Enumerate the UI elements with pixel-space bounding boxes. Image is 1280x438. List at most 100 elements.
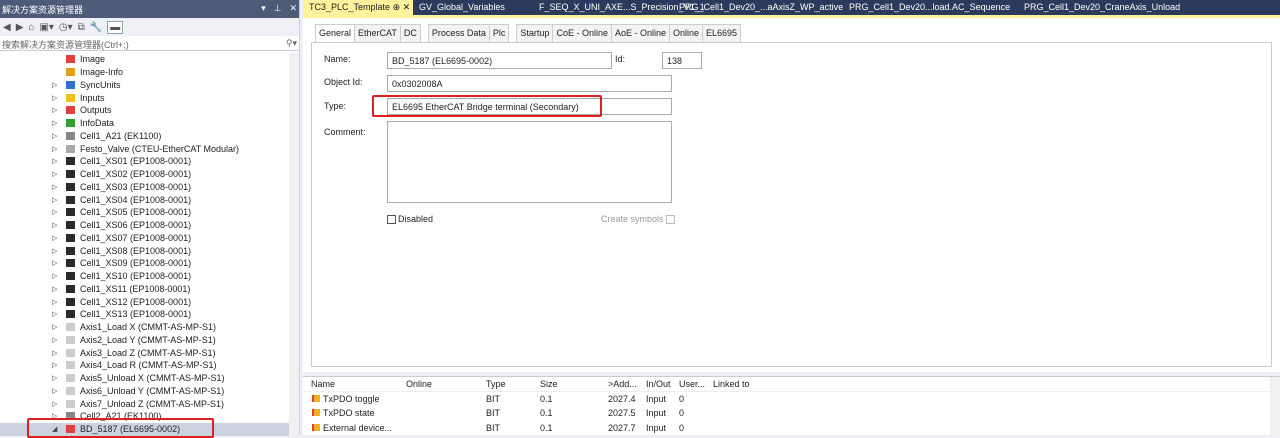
editor-tab[interactable]: F_SEQ_X_UNI_AXE...S_Precision_V1_1 (533, 0, 705, 15)
tree-item[interactable]: ▷ Axis2_Load Y (CMMT-AS-MP-S1) (0, 334, 289, 347)
tree-item[interactable]: ▷ Axis5_Unload X (CMMT-AS-MP-S1) (0, 372, 289, 385)
tree-item[interactable]: ▷ Cell1_XS10 (EP1008-0001) (0, 270, 289, 283)
expand-arrow-icon[interactable]: ▷ (52, 298, 57, 306)
tree-item[interactable]: ▷ Cell1_XS02 (EP1008-0001) (0, 168, 289, 181)
tree-item[interactable]: ▷ Axis3_Load Z (CMMT-AS-MP-S1) (0, 346, 289, 359)
tree-item[interactable]: ▷ Cell1_XS09 (EP1008-0001) (0, 257, 289, 270)
grid-row[interactable]: External device... BIT 0.1 2027.7 Input 0 (303, 421, 1280, 436)
close-icon[interactable]: ✕ (289, 3, 297, 13)
sub-tab[interactable]: General (315, 24, 356, 43)
tree-item[interactable]: ▷ Cell1_XS12 (EP1008-0001) (0, 295, 289, 308)
expand-arrow-icon[interactable]: ▷ (52, 234, 57, 242)
column-header[interactable]: Size (540, 379, 558, 389)
expand-arrow-icon[interactable]: ▷ (52, 132, 57, 140)
expand-arrow-icon[interactable]: ▷ (52, 374, 57, 382)
tree-item[interactable]: ▷ Axis1_Load X (CMMT-AS-MP-S1) (0, 321, 289, 334)
sub-tab[interactable]: Plc (488, 24, 510, 43)
tree-item[interactable]: ▷ Cell1_XS04 (EP1008-0001) (0, 193, 289, 206)
tree-item[interactable]: ▷ Cell1_XS08 (EP1008-0001) (0, 244, 289, 257)
home-icon[interactable]: ⌂ (28, 22, 34, 33)
sub-tab[interactable]: CoE - Online (552, 24, 612, 43)
tree-item[interactable]: ▷ Axis4_Load R (CMMT-AS-MP-S1) (0, 359, 289, 372)
pin-icon[interactable]: ⊥ (274, 3, 282, 13)
object-id-field[interactable]: 0x0302008A (387, 75, 672, 92)
expand-arrow-icon[interactable]: ▷ (52, 361, 57, 369)
expand-arrow-icon[interactable]: ▷ (52, 259, 57, 267)
column-header[interactable]: Online (406, 379, 432, 389)
tree-item[interactable]: Image-Info (0, 66, 289, 79)
sync-view-icon[interactable]: ▣▾ (39, 22, 53, 33)
grid-row[interactable]: TxPDO toggle BIT 0.1 2027.4 Input 0 (303, 392, 1280, 407)
expand-arrow-icon[interactable]: ▷ (52, 157, 57, 165)
expand-arrow-icon[interactable]: ▷ (52, 208, 57, 216)
editor-tab[interactable]: GV_Global_Variables (413, 0, 533, 15)
expand-arrow-icon[interactable]: ▷ (52, 400, 57, 408)
expand-arrow-icon[interactable]: ▷ (52, 387, 57, 395)
column-header[interactable]: >Add... (608, 379, 637, 389)
sub-tab[interactable]: EtherCAT (354, 24, 401, 43)
expand-arrow-icon[interactable]: ▷ (52, 323, 57, 331)
comment-field[interactable] (387, 121, 672, 203)
tree-item[interactable]: ▷ Cell1_XS01 (EP1008-0001) (0, 155, 289, 168)
name-field[interactable]: BD_5187 (EL6695-0002) (387, 52, 612, 69)
editor-tab[interactable]: TC3_PLC_Template ⊕ ✕ (303, 0, 413, 15)
tree-item[interactable]: ▷ Axis7_Unload Z (CMMT-AS-MP-S1) (0, 397, 289, 410)
search-icon[interactable]: ⚲▾ (286, 38, 297, 48)
collapse-icon[interactable]: ⧉ (78, 22, 85, 33)
tree-item[interactable]: ▷ Cell1_XS13 (EP1008-0001) (0, 308, 289, 321)
expand-arrow-icon[interactable]: ▷ (52, 119, 57, 127)
expand-arrow-icon[interactable]: ▷ (52, 106, 57, 114)
expand-arrow-icon[interactable]: ▷ (52, 183, 57, 191)
expand-arrow-icon[interactable]: ▷ (52, 272, 57, 280)
tree-item[interactable]: ▷ SyncUnits (0, 79, 289, 92)
expand-arrow-icon[interactable]: ▷ (52, 247, 57, 255)
grid-scrollbar[interactable] (1270, 377, 1280, 435)
history-icon[interactable]: ◷▾ (59, 22, 73, 33)
grid-row[interactable]: TxPDO state BIT 0.1 2027.5 Input 0 (303, 406, 1280, 421)
editor-tab[interactable]: PRG_Cell1_Dev20...load.AC_Sequence (843, 0, 1018, 15)
expand-arrow-icon[interactable]: ▷ (52, 145, 57, 153)
expand-arrow-icon[interactable]: ▷ (52, 170, 57, 178)
sub-tab[interactable]: DC (399, 24, 421, 43)
tree-item[interactable]: ▷ Cell1_XS05 (EP1008-0001) (0, 206, 289, 219)
disabled-checkbox[interactable] (387, 214, 396, 224)
dropdown-icon[interactable]: ▾ (261, 3, 266, 13)
tree-item[interactable]: Image (0, 53, 289, 66)
expand-arrow-icon[interactable]: ▷ (52, 94, 57, 102)
editor-tab[interactable]: PRG_Cell1_Dev20_CraneAxis_Unload (1018, 0, 1198, 15)
tree-item[interactable]: ▷ Outputs (0, 104, 289, 117)
tree-item[interactable]: ▷ Axis6_Unload Y (CMMT-AS-MP-S1) (0, 385, 289, 398)
tree-item[interactable]: ▷ Cell1_XS11 (EP1008-0001) (0, 283, 289, 296)
tree-item[interactable]: ▷ Cell1_A21 (EK1100) (0, 130, 289, 143)
sub-tab[interactable]: Process Data (427, 24, 490, 43)
expand-arrow-icon[interactable]: ▷ (52, 349, 57, 357)
sub-tab[interactable]: Startup (516, 24, 554, 43)
expand-arrow-icon[interactable]: ▷ (52, 310, 57, 318)
tree-item[interactable]: ▷ Festo_Valve (CTEU-EtherCAT Modular) (0, 142, 289, 155)
sub-tab[interactable]: AoE - Online (610, 24, 671, 43)
forward-icon[interactable]: ▶ (16, 22, 24, 33)
id-field[interactable]: 138 (662, 52, 702, 69)
column-header[interactable]: In/Out (646, 379, 671, 389)
column-header[interactable]: User... (679, 379, 705, 389)
create-symbols-checkbox[interactable] (665, 214, 675, 224)
pin-icon[interactable]: ⊕ (393, 2, 401, 12)
properties-icon[interactable]: 🔧 (90, 22, 102, 33)
sub-tab[interactable]: EL6695 (702, 24, 742, 43)
preview-icon[interactable]: ▬ (107, 20, 124, 34)
column-header[interactable]: Name (311, 379, 335, 389)
sub-tab[interactable]: Online (669, 24, 704, 43)
column-header[interactable]: Linked to (713, 379, 750, 389)
tree-item[interactable]: ▷ Cell1_XS03 (EP1008-0001) (0, 181, 289, 194)
search-input[interactable]: 搜索解决方案资源管理器(Ctrl+;) ⚲▾ (0, 36, 299, 51)
column-header[interactable]: Type (486, 379, 506, 389)
tree-item[interactable]: ▷ Cell1_XS06 (EP1008-0001) (0, 219, 289, 232)
expand-arrow-icon[interactable]: ▷ (52, 221, 57, 229)
expand-arrow-icon[interactable]: ▷ (52, 336, 57, 344)
back-icon[interactable]: ◀ (3, 22, 11, 33)
editor-tab[interactable]: PRG_Cell1_Dev20_...aAxisZ_WP_active (673, 0, 843, 15)
tree-item[interactable]: ▷ Inputs (0, 91, 289, 104)
tree-scrollbar[interactable] (289, 53, 299, 435)
expand-arrow-icon[interactable]: ▷ (52, 81, 57, 89)
expand-arrow-icon[interactable]: ▷ (52, 196, 57, 204)
